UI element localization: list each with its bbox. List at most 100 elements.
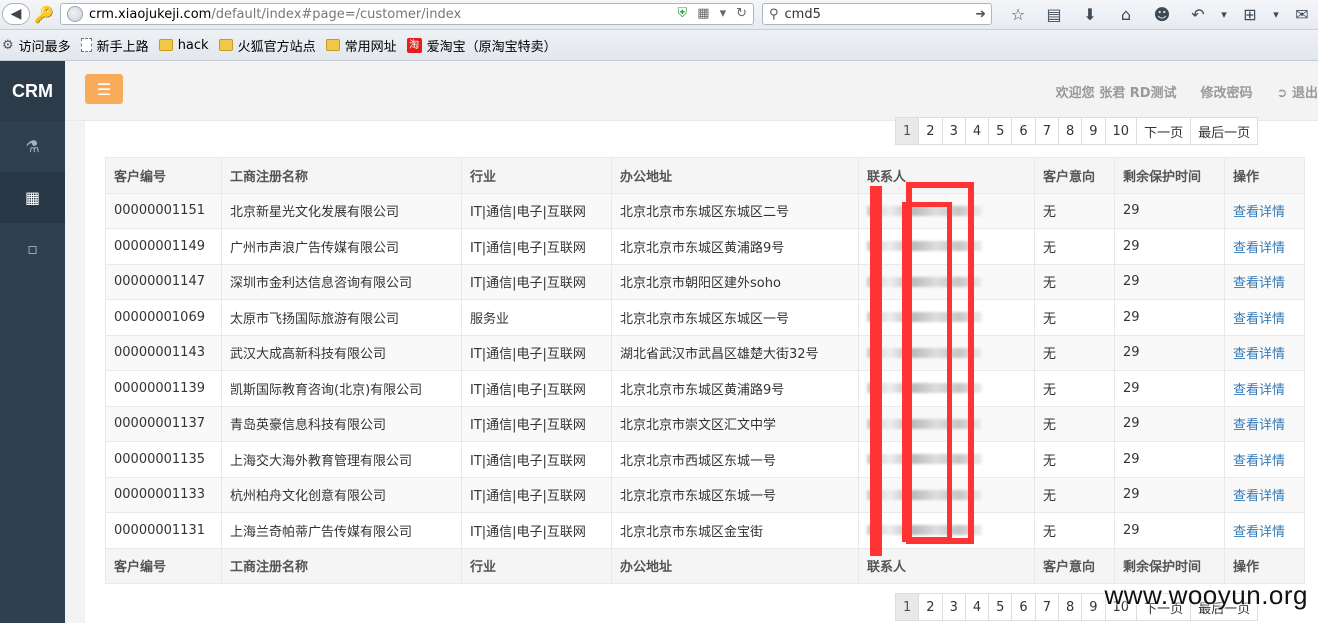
star-icon[interactable]: ☆ (1000, 3, 1036, 25)
table-row: 00000001135 上海交大海外教育管理有限公司 IT|通信|电子|互联网 北京北… (105, 441, 1305, 478)
page-link[interactable]: 2 (918, 117, 943, 145)
view-details-link[interactable]: 查看详情 (1224, 370, 1305, 407)
cell-remaining-time: 29 (1114, 441, 1225, 478)
crop-icon[interactable]: ⊞ (1232, 3, 1268, 25)
column-header[interactable]: 办公地址 (611, 157, 859, 194)
reload-icon[interactable]: ↻ (736, 6, 747, 21)
bookmark-label: 爱淘宝（原淘宝特卖） (426, 39, 557, 55)
red-annotation-box-inner (902, 202, 952, 542)
page-link[interactable]: 7 (1034, 117, 1059, 145)
dropdown-icon[interactable]: ▾ (1216, 3, 1232, 25)
bookmark-most-visited[interactable]: ⚙ 访问最多 (2, 36, 71, 55)
cell-customer-id: 00000001143 (105, 334, 222, 371)
bookmark-firefox-site[interactable]: 火狐官方站点 (218, 36, 316, 55)
view-details-link[interactable]: 查看详情 (1224, 192, 1305, 229)
table-header-row: 客户编号 工商注册名称 行业 办公地址 联系人 客户意向 剩余保护时间 操作 (105, 157, 1305, 194)
cell-company-name: 太原市飞扬国际旅游有限公司 (221, 299, 462, 336)
home-icon[interactable]: ⌂ (1108, 3, 1144, 25)
menu-toggle-button[interactable]: ☰ (85, 74, 123, 104)
dropdown-arrow-icon[interactable]: ▾ (720, 6, 727, 21)
arrow-right-icon[interactable]: ➜ (975, 7, 986, 22)
logout-icon: ➲ (1276, 85, 1288, 101)
column-header[interactable]: 行业 (461, 157, 612, 194)
view-details-link[interactable]: 查看详情 (1224, 334, 1305, 371)
view-details-link[interactable]: 查看详情 (1224, 512, 1305, 549)
chat-icon[interactable]: ☻ (1144, 3, 1180, 25)
page-link[interactable]: 4 (964, 117, 990, 145)
shield-icon[interactable]: ⛨ (678, 6, 688, 21)
url-bar[interactable]: crm.xiaojukeji.com/default/index#page=/c… (60, 3, 754, 25)
column-header[interactable]: 客户编号 (105, 157, 222, 194)
dropdown-icon-2[interactable]: ▾ (1268, 3, 1284, 25)
bookmark-hack[interactable]: hack (158, 38, 209, 53)
folder-icon (158, 39, 173, 51)
page-link[interactable]: 3 (941, 593, 966, 621)
view-details-link[interactable]: 查看详情 (1224, 476, 1305, 513)
column-header[interactable]: 操作 (1224, 157, 1305, 194)
page-link[interactable]: 6 (1011, 593, 1036, 621)
qr-code-icon[interactable]: ▦ (697, 6, 709, 21)
logout-link[interactable]: ➲ 退出 (1277, 82, 1318, 101)
page-link[interactable]: 6 (1011, 117, 1036, 145)
flask-icon: ⚗ (25, 137, 40, 156)
cell-intent: 无 (1034, 299, 1115, 336)
cell-customer-id: 00000001133 (105, 476, 222, 513)
sidebar-item-lab[interactable]: ⚗ (0, 121, 65, 172)
view-details-link[interactable]: 查看详情 (1224, 299, 1305, 336)
page-link[interactable]: 8 (1057, 593, 1083, 621)
view-details-link[interactable]: 查看详情 (1224, 405, 1305, 442)
back-button[interactable]: ◀ (2, 3, 30, 25)
change-password-link[interactable]: 修改密码 (1201, 82, 1253, 101)
cell-address: 北京北京市东城区金宝街 (611, 512, 859, 549)
brand-logo[interactable]: CRM (0, 61, 65, 121)
table-row: 00000001149 广州市声浪广告传媒有限公司 IT|通信|电子|互联网 北京北京… (105, 228, 1305, 265)
browser-toolbar: ◀ 🔑 crm.xiaojukeji.com/default/index#pag… (0, 0, 1318, 30)
page-link[interactable]: 10 (1104, 117, 1138, 145)
url-path: /default/index#page=/customer/index (211, 6, 462, 22)
reader-icon[interactable]: ▤ (1036, 3, 1072, 25)
view-details-link[interactable]: 查看详情 (1224, 228, 1305, 265)
cell-customer-id: 00000001069 (105, 299, 222, 336)
page-link[interactable]: 9 (1081, 117, 1106, 145)
page-link[interactable]: 2 (918, 593, 943, 621)
next-page-link[interactable]: 下一页 (1136, 117, 1192, 145)
logout-label: 退出 (1291, 85, 1318, 101)
column-header[interactable]: 客户意向 (1034, 157, 1115, 194)
speech-icon[interactable]: ✉ (1284, 3, 1318, 25)
search-bar[interactable]: ⚲ cmd5 ➜ (762, 3, 992, 25)
bookmark-getting-started[interactable]: 新手上路 (80, 36, 149, 55)
hamburger-icon: ☰ (96, 79, 112, 99)
view-details-link[interactable]: 查看详情 (1224, 263, 1305, 300)
page-link[interactable]: 8 (1057, 117, 1083, 145)
table-row: 00000001131 上海兰奇帕蒂广告传媒有限公司 IT|通信|电子|互联网 北京北… (105, 512, 1305, 549)
sidebar-item-customers[interactable]: ▦ (0, 172, 65, 223)
last-page-link[interactable]: 最后一页 (1190, 117, 1259, 145)
bookmark-taobao[interactable]: 淘 爱淘宝（原淘宝特卖） (406, 36, 557, 55)
page-link[interactable]: 5 (988, 117, 1013, 145)
cell-intent: 无 (1034, 334, 1115, 371)
cell-address: 北京北京市东城区黄浦路9号 (611, 370, 859, 407)
download-icon[interactable]: ⬇ (1072, 3, 1108, 25)
page-link[interactable]: 9 (1081, 593, 1106, 621)
sidebar-item-reports[interactable]: ▫ (0, 223, 65, 274)
table-row: 00000001143 武汉大成高新科技有限公司 IT|通信|电子|互联网 湖北省武汉… (105, 334, 1305, 371)
bookmark-common-sites[interactable]: 常用网址 (325, 36, 397, 55)
page-link[interactable]: 1 (895, 117, 920, 145)
page-link[interactable]: 7 (1034, 593, 1059, 621)
cell-industry: IT|通信|电子|互联网 (461, 228, 612, 265)
column-header[interactable]: 剩余保护时间 (1114, 157, 1225, 194)
content-area: 1 2 3 4 5 6 7 8 9 10 下一页 最后一页 客户编号 工商注册名… (65, 117, 1318, 623)
arrow-left-icon: ◀ (10, 6, 22, 22)
column-header[interactable]: 工商注册名称 (221, 157, 462, 194)
page-link[interactable]: 1 (895, 593, 920, 621)
page-link[interactable]: 5 (988, 593, 1013, 621)
cell-address: 北京北京市东城区东城一号 (611, 476, 859, 513)
undo-icon[interactable]: ↶ (1180, 3, 1216, 25)
cell-remaining-time: 29 (1114, 405, 1225, 442)
identity-key-icon[interactable]: 🔑 (33, 3, 55, 25)
page-link[interactable]: 3 (941, 117, 966, 145)
view-details-link[interactable]: 查看详情 (1224, 441, 1305, 478)
page-link[interactable]: 4 (964, 593, 990, 621)
bookmark-label: 常用网址 (344, 39, 397, 55)
pagination-top: 1 2 3 4 5 6 7 8 9 10 下一页 最后一页 (895, 117, 1259, 145)
